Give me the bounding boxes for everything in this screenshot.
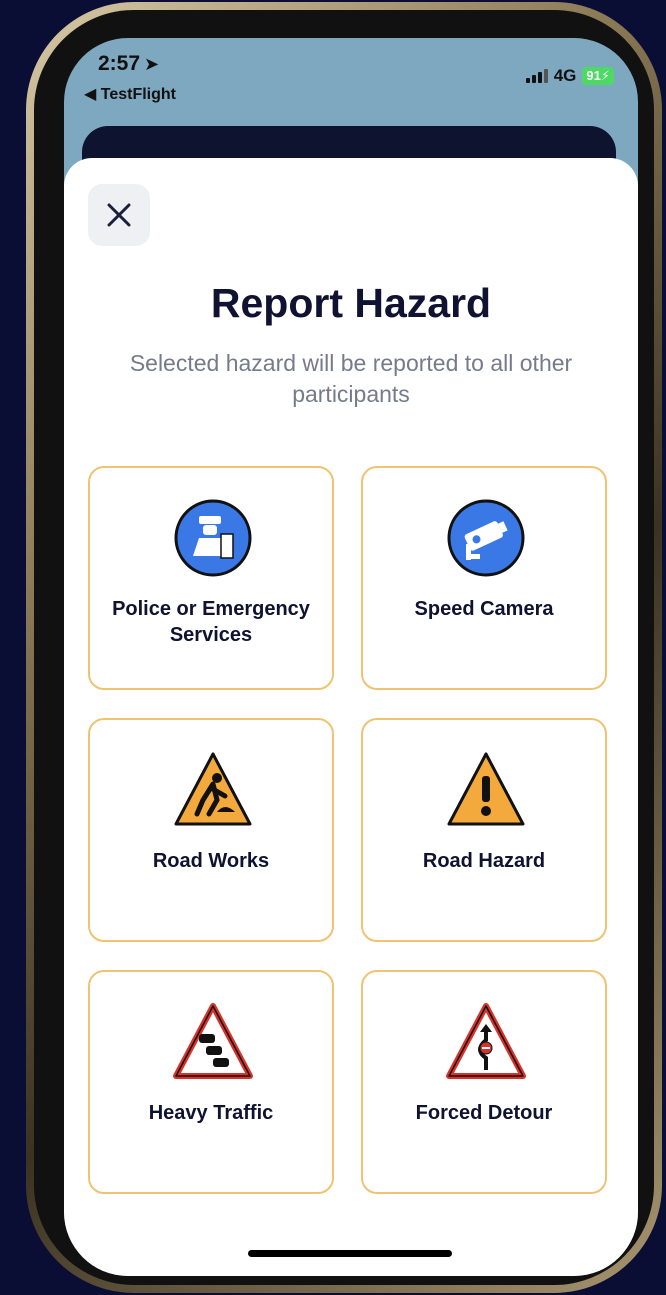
hazard-tile-speed-camera[interactable]: Speed Camera: [361, 466, 607, 690]
hazard-label: Police or Emergency Services: [112, 598, 310, 646]
back-to-app-link[interactable]: ◀ TestFlight: [84, 84, 176, 104]
hazard-label: Heavy Traffic: [148, 1102, 274, 1124]
home-indicator[interactable]: [248, 1250, 452, 1257]
location-arrow-icon: ➤: [144, 54, 160, 74]
page-subtitle: Selected hazard will be reported to all …: [129, 350, 573, 407]
status-indicators: 4G 91⚡: [525, 66, 614, 86]
hazard-label: Forced Detour: [415, 1102, 553, 1124]
device: 2:57 ➤ ◀ TestFlight 4G 91⚡ Report Hazard …: [0, 0, 666, 1295]
speed-camera-icon: [447, 499, 525, 577]
heavy-traffic-icon: [173, 1003, 253, 1079]
time-text: 2:57: [98, 52, 141, 75]
hazard-tile-road-works[interactable]: Road Works: [88, 718, 334, 942]
hazard-label: Road Hazard: [422, 850, 546, 872]
hazard-label: Road Works: [152, 850, 270, 872]
signal-icon: [525, 69, 548, 83]
status-time: 2:57 ➤: [98, 52, 159, 76]
battery-icon: 91⚡: [582, 67, 614, 85]
hazard-tile-police[interactable]: Police or Emergency Services: [88, 466, 334, 690]
hazard-tile-road-hazard[interactable]: Road Hazard: [361, 718, 607, 942]
road-works-icon: [174, 752, 252, 826]
close-button[interactable]: [88, 184, 150, 246]
road-hazard-icon: [447, 752, 525, 826]
page-title: Report Hazard: [210, 280, 492, 326]
hazard-label: Speed Camera: [414, 598, 554, 620]
hazard-tile-forced-detour[interactable]: Forced Detour: [361, 970, 607, 1194]
forced-detour-icon: [446, 1003, 526, 1079]
report-hazard-sheet: Report Hazard Selected hazard will be re…: [64, 158, 638, 1276]
battery-level: 91: [586, 68, 601, 83]
close-icon: [107, 203, 131, 227]
police-icon: [174, 499, 252, 577]
hazard-tile-heavy-traffic[interactable]: Heavy Traffic: [88, 970, 334, 1194]
screen: 2:57 ➤ ◀ TestFlight 4G 91⚡ Report Hazard …: [64, 38, 638, 1276]
status-bar: 2:57 ➤ ◀ TestFlight 4G 91⚡: [64, 38, 638, 118]
network-label: 4G: [553, 66, 577, 85]
